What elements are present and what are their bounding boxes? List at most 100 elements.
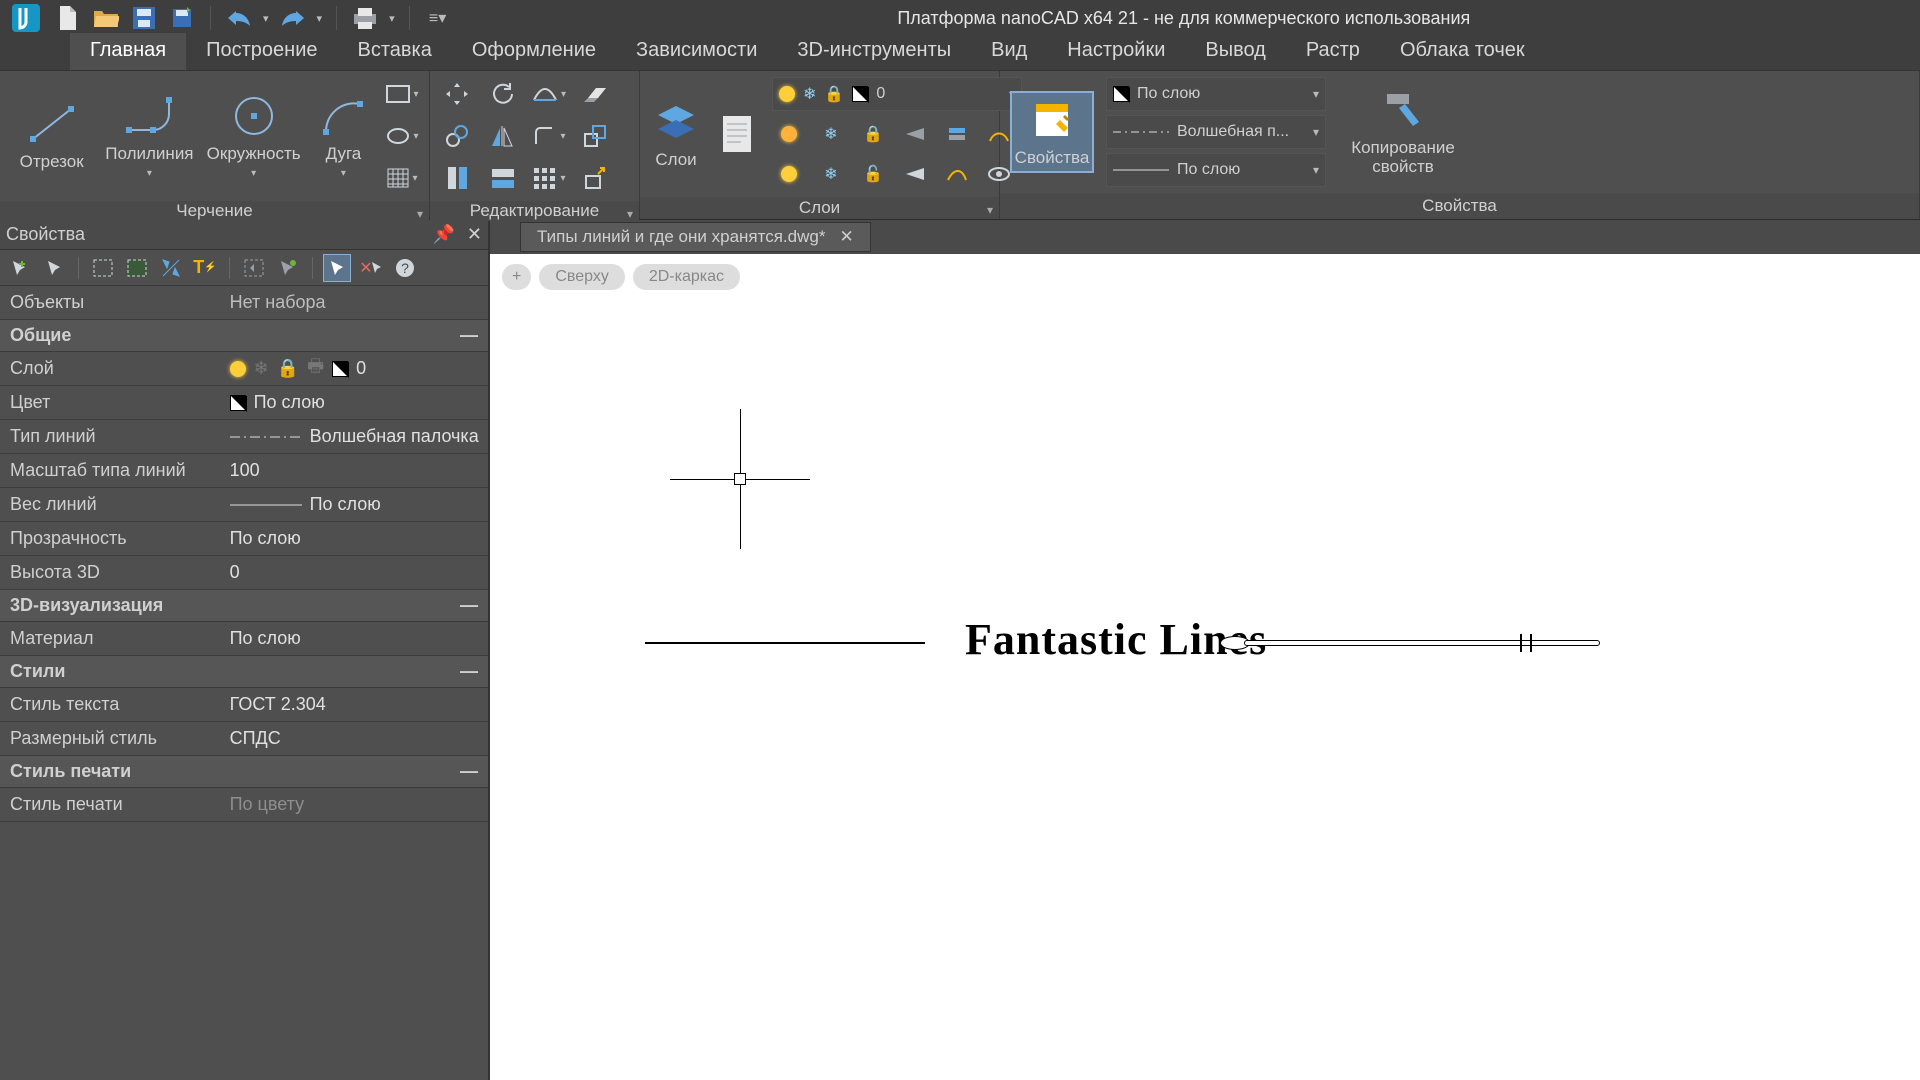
prop-h3d-value[interactable]: 0 — [220, 562, 488, 583]
group-edit-expand-icon[interactable]: ▾ — [627, 207, 633, 221]
tab-build[interactable]: Построение — [186, 33, 337, 70]
sect-plot[interactable]: Стиль печати — [10, 761, 131, 782]
prop-ltscale-value[interactable]: 100 — [220, 460, 488, 481]
qat-customize-icon[interactable]: ≡▾ — [424, 4, 452, 32]
sel-prev-icon[interactable] — [240, 254, 268, 282]
prop-lweight-value[interactable]: По слою — [220, 494, 488, 515]
qat-saveall-icon[interactable] — [168, 4, 196, 32]
cmd-matchprop[interactable]: Копирование свойств — [1338, 83, 1468, 180]
sel-quick-icon[interactable] — [274, 254, 302, 282]
props-pin-icon[interactable]: 📌 — [432, 224, 454, 245]
sect-general[interactable]: Общие — [10, 325, 71, 346]
cmd-explode-icon[interactable] — [578, 161, 612, 195]
tab-pointclouds[interactable]: Облака точек — [1380, 33, 1545, 70]
tab-home[interactable]: Главная — [70, 33, 186, 70]
document-tab[interactable]: Типы линий и где они хранятся.dwg* ✕ — [520, 222, 871, 252]
qat-new-icon[interactable] — [54, 4, 82, 32]
pick-icon[interactable] — [40, 254, 68, 282]
prop-layer-value[interactable]: ❄ 🔒 🖶 0 — [220, 354, 488, 384]
qat-open-icon[interactable] — [92, 4, 120, 32]
tab-view[interactable]: Вид — [971, 33, 1047, 70]
group-layers-expand-icon[interactable]: ▾ — [987, 203, 993, 217]
cmd-rectangle-icon[interactable] — [385, 77, 419, 111]
cmd-circle[interactable]: Окружность▾ — [206, 93, 302, 179]
cmd-line[interactable]: Отрезок — [10, 101, 93, 172]
tab-insert[interactable]: Вставка — [338, 33, 452, 70]
layer-prev-icon[interactable] — [940, 157, 974, 191]
undo-more-icon[interactable]: ▾ — [263, 12, 269, 25]
layer-freeze2-icon[interactable]: ❄ — [814, 117, 848, 151]
sel-window-icon[interactable] — [89, 254, 117, 282]
cmd-fillet-icon[interactable] — [532, 119, 566, 153]
sel-crossing-icon[interactable] — [123, 254, 151, 282]
drawing-canvas[interactable]: + Сверху 2D-каркас Fantastic Lines — [490, 254, 1920, 1080]
cmd-trim-icon[interactable] — [532, 77, 566, 111]
layer-lock2-icon[interactable]: 🔒 — [856, 117, 890, 151]
prop-ltype-value[interactable]: Волшебная палочка — [220, 426, 488, 447]
sect-general-collapse-icon[interactable]: — — [460, 325, 478, 346]
cmd-align-bottom-icon[interactable] — [486, 161, 520, 195]
cmd-move-icon[interactable] — [440, 77, 474, 111]
cmd-scale-icon[interactable] — [578, 119, 612, 153]
sect-viz3d-collapse-icon[interactable]: — — [460, 595, 478, 616]
layer-off-icon[interactable] — [772, 117, 806, 151]
props-close-icon[interactable]: ✕ — [467, 224, 482, 245]
group-draw-expand-icon[interactable]: ▾ — [417, 207, 423, 221]
cmd-erase-icon[interactable] — [578, 77, 612, 111]
cmd-align-left-icon[interactable] — [440, 161, 474, 195]
sect-viz3d[interactable]: 3D-визуализация — [10, 595, 163, 616]
sect-plot-collapse-icon[interactable]: — — [460, 761, 478, 782]
sel-help-icon[interactable]: ? — [391, 254, 419, 282]
cmd-hatch-icon[interactable] — [385, 161, 419, 195]
qat-print-icon[interactable] — [351, 4, 379, 32]
cmd-ellipse-icon[interactable] — [385, 119, 419, 153]
layer-unisolate-icon[interactable] — [898, 157, 932, 191]
prop-color-combo[interactable]: По слою▾ — [1106, 77, 1326, 111]
layer-isolate-icon[interactable] — [898, 117, 932, 151]
prop-color-value[interactable]: По слою — [220, 392, 488, 413]
document-tab-close-icon[interactable]: ✕ — [839, 227, 853, 247]
layer-combo[interactable]: ❄ 🔒 0 ▾ — [772, 77, 1022, 111]
cmd-mirror-icon[interactable] — [486, 119, 520, 153]
tab-constraints[interactable]: Зависимости — [616, 33, 777, 70]
tab-annotate[interactable]: Оформление — [452, 33, 616, 70]
cmd-properties[interactable]: Свойства — [1010, 91, 1094, 174]
layer-unlock-icon[interactable]: 🔓 — [856, 157, 890, 191]
viewport-view-pill[interactable]: Сверху — [539, 264, 625, 290]
prop-dimstyle-value[interactable]: СПДС — [220, 728, 488, 749]
cmd-layers-page[interactable] — [714, 111, 760, 157]
qat-save-icon[interactable] — [130, 4, 158, 32]
sel-filter-icon[interactable]: T⚡ — [191, 254, 219, 282]
layer-merge-icon[interactable] — [940, 117, 974, 151]
prop-linetype-combo[interactable]: Волшебная п...▾ — [1106, 115, 1326, 149]
cmd-array-icon[interactable] — [532, 161, 566, 195]
tab-settings[interactable]: Настройки — [1047, 33, 1185, 70]
sect-styles[interactable]: Стили — [10, 661, 65, 682]
pick-add-icon[interactable] — [6, 254, 34, 282]
sect-styles-collapse-icon[interactable]: — — [460, 661, 478, 682]
cmd-polyline[interactable]: Полилиния▾ — [105, 93, 193, 179]
cmd-arc[interactable]: Дуга▾ — [314, 93, 373, 179]
sel-clear-icon[interactable]: ✕ — [357, 254, 385, 282]
cmd-copy-icon[interactable] — [440, 119, 474, 153]
print-more-icon[interactable]: ▾ — [389, 12, 395, 25]
viewport-style-pill[interactable]: 2D-каркас — [633, 264, 740, 290]
props-objects-value[interactable]: Нет набора — [220, 292, 488, 313]
tab-output[interactable]: Вывод — [1185, 33, 1285, 70]
prop-transp-value[interactable]: По слою — [220, 528, 488, 549]
qat-undo-icon[interactable] — [225, 4, 253, 32]
tab-raster[interactable]: Растр — [1286, 33, 1380, 70]
viewport-add-icon[interactable]: + — [502, 264, 531, 290]
redo-more-icon[interactable]: ▾ — [317, 12, 323, 25]
qat-redo-icon[interactable] — [279, 4, 307, 32]
prop-tstyle-value[interactable]: ГОСТ 2.304 — [220, 694, 488, 715]
layer-on2-icon[interactable] — [772, 157, 806, 191]
cmd-layers[interactable]: Слои — [650, 99, 702, 170]
layer-thaw-icon[interactable]: ❄ — [814, 157, 848, 191]
prop-lineweight-combo[interactable]: По слою▾ — [1106, 153, 1326, 187]
sel-invert-icon[interactable] — [157, 254, 185, 282]
tab-3dtools[interactable]: 3D-инструменты — [777, 33, 971, 70]
cmd-rotate-icon[interactable] — [486, 77, 520, 111]
prop-material-value[interactable]: По слою — [220, 628, 488, 649]
sel-highlight-icon[interactable] — [323, 254, 351, 282]
